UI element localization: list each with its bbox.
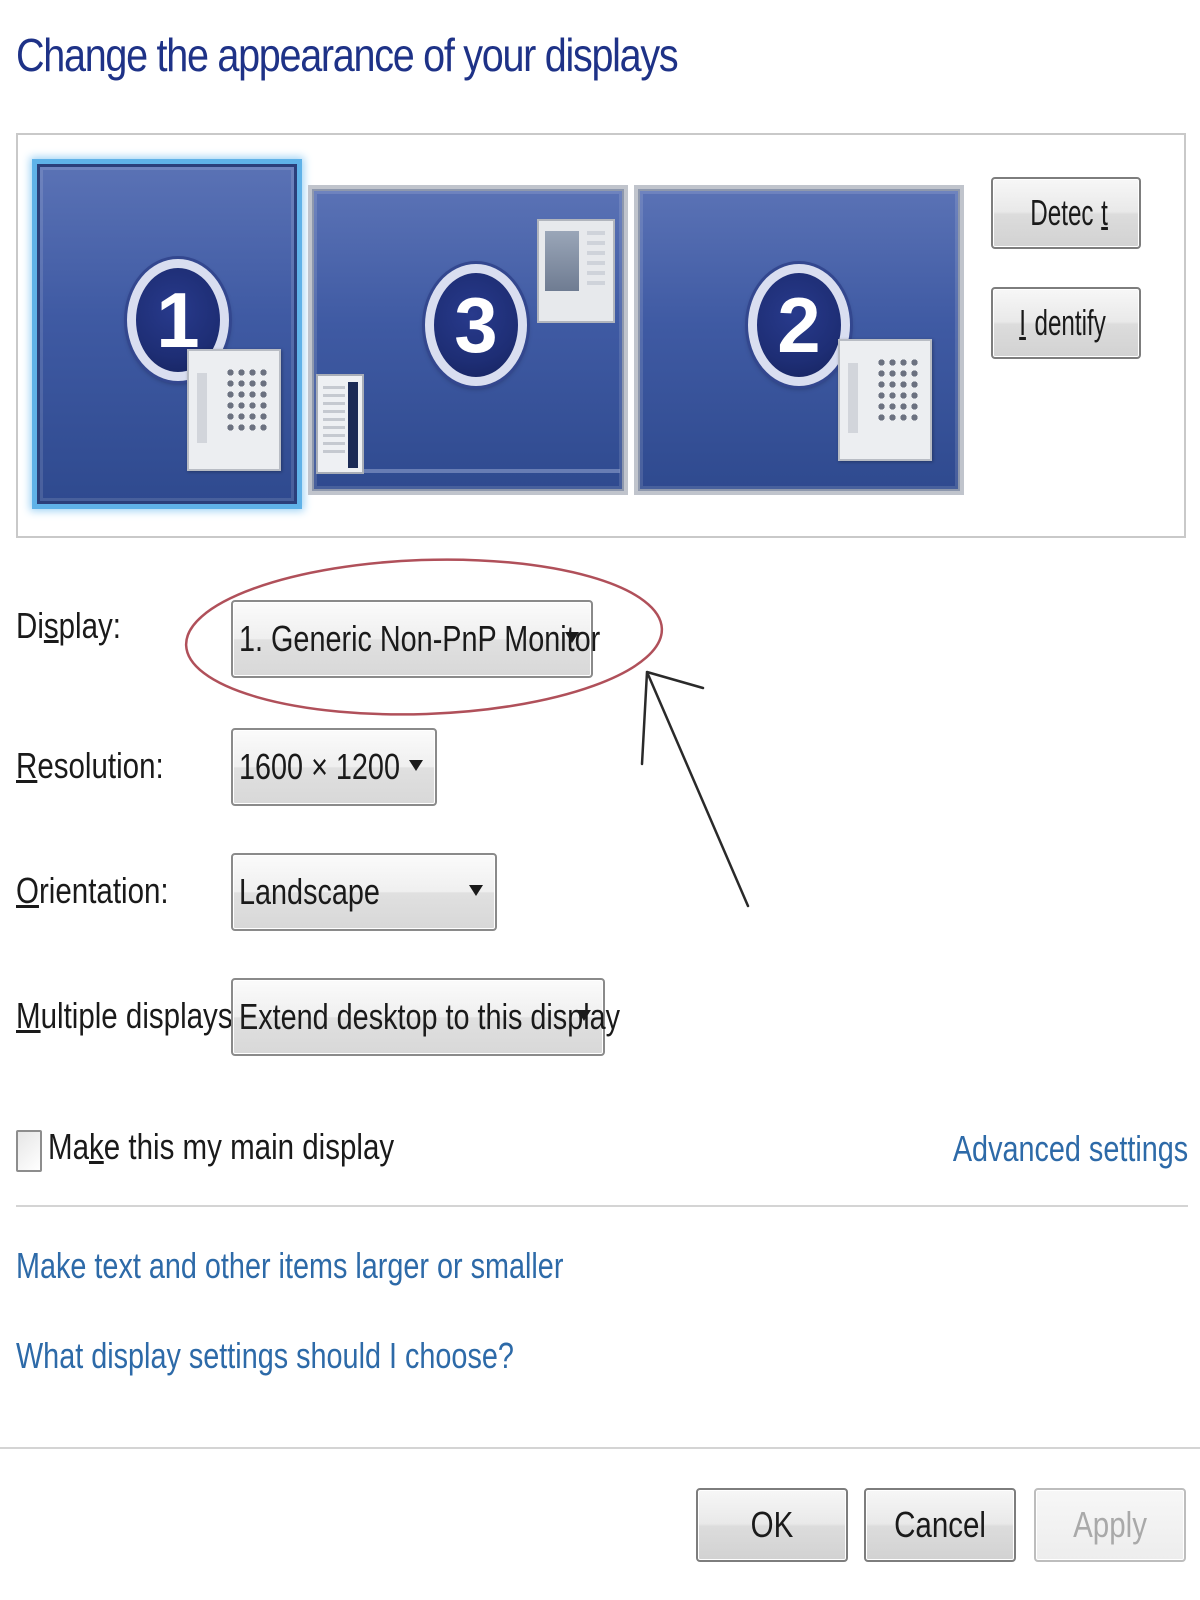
annotation-arrow-icon [640, 670, 750, 908]
annotation-ellipse [184, 558, 664, 716]
annotation-overlay [184, 558, 750, 908]
